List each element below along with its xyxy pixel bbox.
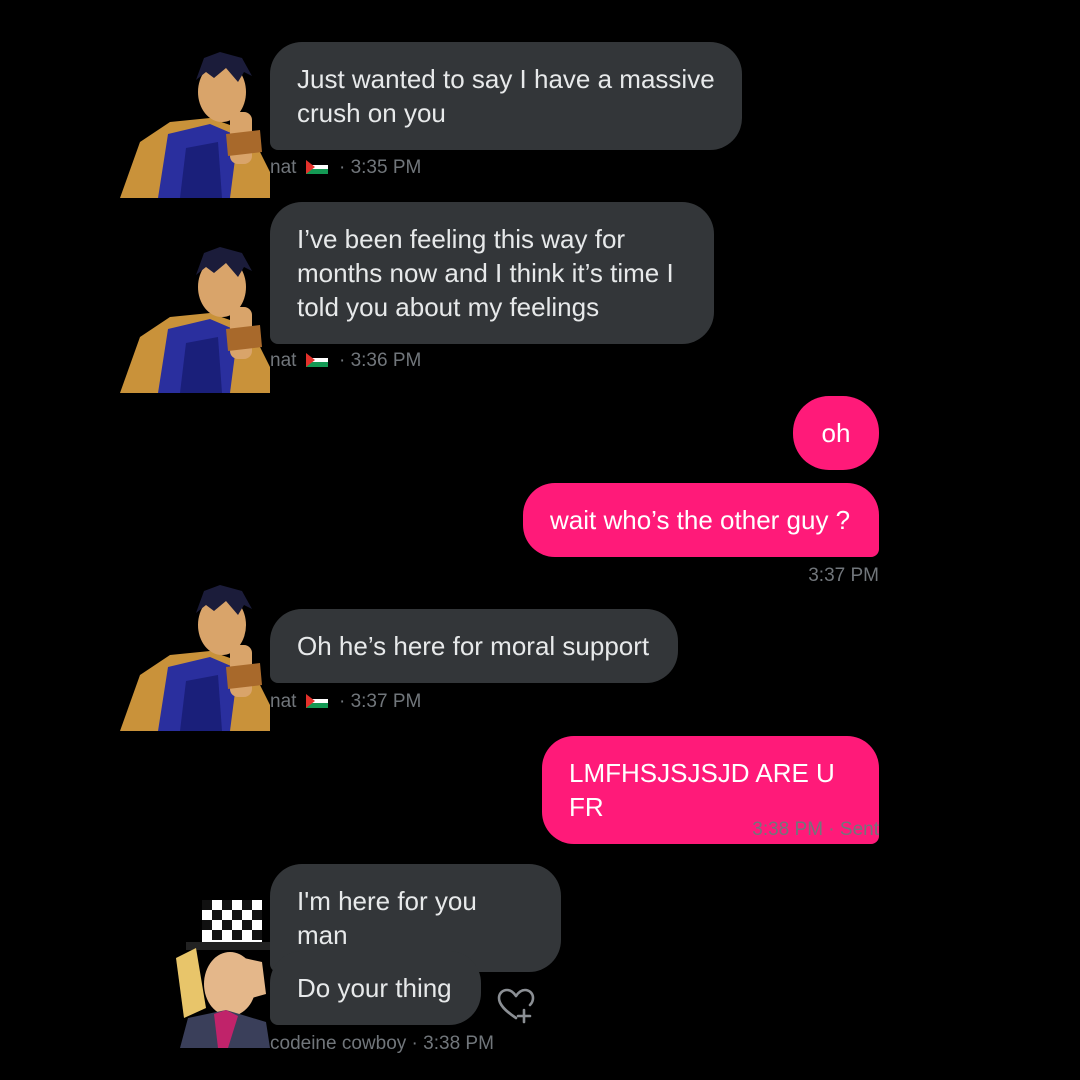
message-bubble[interactable]: I’ve been feeling this way for months no… (270, 202, 714, 344)
timestamp: 3:37 PM (808, 565, 879, 586)
sender-name[interactable]: codeine cowboy (270, 1033, 406, 1054)
avatar[interactable] (110, 52, 270, 198)
sender-name[interactable]: nat (270, 350, 296, 371)
sender-name[interactable]: nat (270, 157, 296, 178)
message-text: Do your thing (297, 973, 452, 1003)
avatar[interactable] (110, 585, 270, 731)
message-bubble[interactable]: oh (793, 396, 879, 470)
message-meta: nat · 3:35 PM (270, 157, 421, 179)
palestine-flag-icon (305, 694, 328, 708)
message-text: I’ve been feeling this way for months no… (297, 224, 674, 322)
message-bubble[interactable]: Do your thing (270, 951, 481, 1025)
message-meta: 3:37 PM (808, 565, 879, 587)
message-bubble[interactable]: Oh he’s here for moral support (270, 609, 678, 683)
message-meta: nat · 3:36 PM (270, 350, 421, 372)
avatar[interactable] (110, 247, 270, 393)
message-meta: codeine cowboy · 3:38 PM (270, 1033, 494, 1055)
jojo-avatar-icon (120, 585, 270, 731)
timestamp: · 3:36 PM (338, 350, 422, 371)
sender-name[interactable]: nat (270, 691, 296, 712)
avatar[interactable] (166, 898, 270, 1048)
timestamp: · 3:37 PM (338, 691, 422, 712)
message-text: oh (821, 418, 851, 448)
cowboy-avatar-icon (166, 898, 270, 1048)
message-text: wait who’s the other guy ? (550, 505, 851, 535)
message-text: I'm here for you man (297, 886, 477, 950)
palestine-flag-icon (305, 353, 328, 367)
jojo-avatar-icon (120, 247, 270, 393)
message-meta: nat · 3:37 PM (270, 691, 421, 713)
message-text: LMFHSJSJSJD ARE U FR (569, 758, 835, 822)
message-text: Just wanted to say I have a massive crus… (297, 64, 715, 128)
palestine-flag-icon (305, 160, 328, 174)
timestamp: · 3:38 PM (411, 1033, 494, 1054)
timestamp: · 3:35 PM (338, 157, 422, 178)
message-bubble[interactable]: wait who’s the other guy ? (523, 483, 879, 557)
message-meta: 3:38 PM · Sent (752, 819, 879, 841)
jojo-avatar-icon (120, 52, 270, 198)
message-text: Oh he’s here for moral support (297, 631, 650, 661)
timestamp: 3:38 PM · Sent (752, 819, 879, 840)
heart-plus-icon[interactable] (496, 988, 536, 1024)
message-bubble[interactable]: Just wanted to say I have a massive crus… (270, 42, 742, 150)
